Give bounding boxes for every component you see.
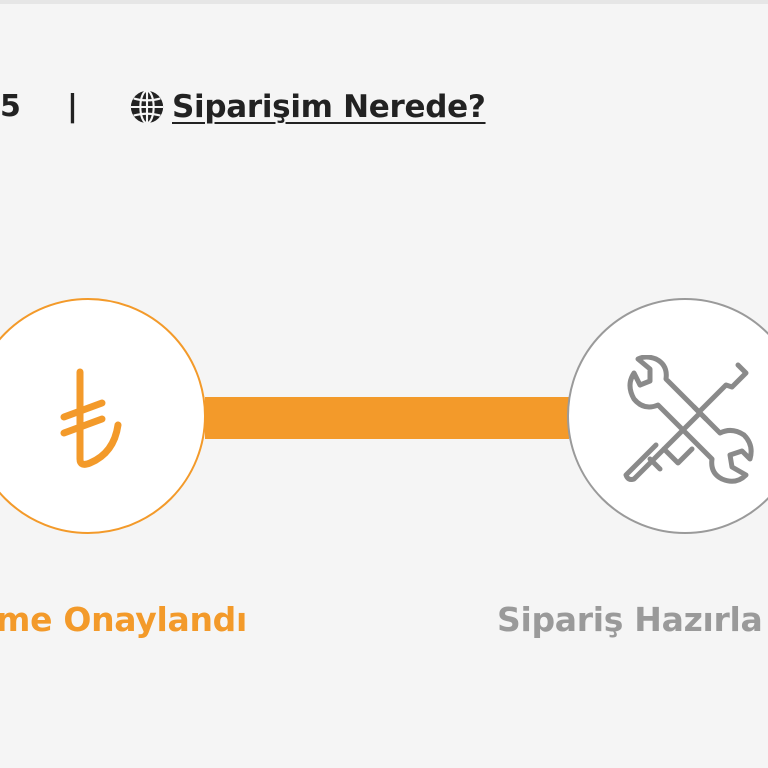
order-tracking-page: 5 | Siparişim Nerede? me Onaylandı Sipar… — [0, 0, 768, 768]
step-payment-label: me Onaylandı — [0, 600, 247, 639]
header-row: 5 | Siparişim Nerede? — [0, 82, 768, 132]
where-is-my-order-label: Siparişim Nerede? — [172, 89, 486, 125]
where-is-my-order-link[interactable]: Siparişim Nerede? — [128, 82, 486, 132]
progress-connector — [205, 397, 569, 439]
tools-icon — [623, 355, 754, 484]
header-divider: | — [67, 89, 78, 124]
phone-number-fragment: 5 — [0, 89, 21, 124]
top-divider — [0, 0, 768, 4]
globe-icon — [130, 89, 164, 125]
turkish-lira-icon — [60, 368, 122, 468]
step-preparing-label: Sipariş Hazırla — [497, 600, 763, 639]
